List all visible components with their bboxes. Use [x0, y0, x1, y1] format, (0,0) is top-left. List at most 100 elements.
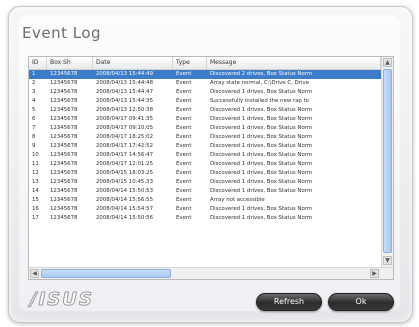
table-body: 1 12345678 2008/04/13 15:44:49 Event Discove… [29, 70, 381, 223]
column-header-box-sn[interactable]: Box Sh [47, 57, 93, 69]
cell-box-sn: 12345678 [50, 161, 78, 167]
table-row[interactable]: 5 12345678 2008/04/13 12:50:38 Event Discove… [29, 106, 381, 115]
cell-id: 2 [32, 80, 36, 86]
asus-logo: /ISUS [30, 289, 94, 311]
cell-type: Event [176, 89, 192, 95]
cell-id: 8 [32, 134, 36, 140]
cell-id: 17 [32, 215, 39, 221]
cell-type: Event [176, 71, 192, 77]
cell-message: Discovered 1 drives, Box Status Norm [210, 170, 313, 176]
table-row[interactable]: 13 12345678 2008/04/15 10:45:33 Event Discov… [29, 178, 381, 187]
vertical-scroll-thumb[interactable] [383, 69, 392, 253]
cell-id: 7 [32, 125, 36, 131]
table-row[interactable]: 16 12345678 2008/04/14 15:54:57 Event Discov… [29, 205, 381, 214]
table-row[interactable]: 2 12345678 2008/04/13 15:44:48 Event Array s… [29, 79, 381, 88]
table-row[interactable]: 1 12345678 2008/04/13 15:44:49 Event Discove… [29, 70, 381, 79]
table-row[interactable]: 6 12345678 2008/04/17 09:41:35 Event Discove… [29, 115, 381, 124]
cell-date: 2008/04/13 15:44:47 [96, 89, 153, 95]
table-row[interactable]: 17 12345678 2008/04/14 15:50:56 Event Discov… [29, 214, 381, 223]
cell-id: 13 [32, 179, 39, 185]
cell-type: Event [176, 152, 192, 158]
cell-type: Event [176, 143, 192, 149]
cell-id: 15 [32, 197, 39, 203]
cell-message: Array not accessible [210, 197, 265, 203]
table-row[interactable]: 15 12345678 2008/04/14 15:56:55 Event Array … [29, 196, 381, 205]
cell-message: Discovered 1 drives, Box Status Norm [210, 107, 313, 113]
cell-date: 2008/04/17 18:25:02 [96, 134, 153, 140]
cell-message: Discovered 1 drives, Box Status Norm [210, 89, 313, 95]
cell-box-sn: 12345678 [50, 89, 78, 95]
cell-box-sn: 12345678 [50, 170, 78, 176]
cell-message: Discovered 1 drives, Box Status Norm [210, 143, 313, 149]
cell-date: 2008/04/15 18:03:25 [96, 170, 153, 176]
vertical-scrollbar[interactable]: ▲ ▼ [381, 57, 393, 267]
cell-type: Event [176, 80, 192, 86]
cell-box-sn: 12345678 [50, 179, 78, 185]
cell-box-sn: 12345678 [50, 152, 78, 158]
table-row[interactable]: 8 12345678 2008/04/17 18:25:02 Event Discove… [29, 133, 381, 142]
cell-id: 6 [32, 116, 36, 122]
cell-id: 11 [32, 161, 39, 167]
scroll-down-icon[interactable]: ▼ [383, 256, 392, 265]
scroll-left-icon[interactable]: ◀ [30, 269, 39, 278]
cell-type: Event [176, 116, 192, 122]
window-title: Event Log [22, 24, 102, 42]
ok-button[interactable]: Ok [328, 293, 394, 311]
cell-type: Event [176, 134, 192, 140]
column-header-message[interactable]: Message [207, 57, 381, 69]
table-row[interactable]: 12 12345678 2008/04/15 18:03:25 Event Discov… [29, 169, 381, 178]
cell-type: Event [176, 179, 192, 185]
cell-box-sn: 12345678 [50, 98, 78, 104]
column-header-type[interactable]: Type [173, 57, 207, 69]
cell-box-sn: 12345678 [50, 197, 78, 203]
cell-id: 16 [32, 206, 39, 212]
table-row[interactable]: 4 12345678 2008/04/13 15:44:35 Event Success… [29, 97, 381, 106]
cell-box-sn: 12345678 [50, 134, 78, 140]
cell-message: Discovered 1 drives, Box Status Norm [210, 179, 313, 185]
cell-type: Event [176, 215, 192, 221]
cell-message: Discovered 1 drives, Box Status Norm [210, 116, 313, 122]
table-row[interactable]: 3 12345678 2008/04/13 15:44:47 Event Discove… [29, 88, 381, 97]
cell-id: 5 [32, 107, 36, 113]
cell-message: Discovered 1 drives, Box Status Norm [210, 215, 313, 221]
cell-type: Event [176, 161, 192, 167]
cell-box-sn: 12345678 [50, 188, 78, 194]
horizontal-scroll-thumb[interactable] [41, 269, 171, 278]
cell-date: 2008/04/13 15:44:48 [96, 80, 153, 86]
scroll-up-icon[interactable]: ▲ [383, 58, 392, 67]
cell-box-sn: 12345678 [50, 80, 78, 86]
cell-box-sn: 12345678 [50, 125, 78, 131]
cell-date: 2008/04/17 09:41:35 [96, 116, 153, 122]
table-row[interactable]: 10 12345678 2008/04/17 14:56:47 Event Discov… [29, 151, 381, 160]
cell-box-sn: 12345678 [50, 116, 78, 122]
cell-type: Event [176, 107, 192, 113]
scroll-right-icon[interactable]: ▶ [370, 269, 379, 278]
cell-message: Discovered 1 drives, Box Status Norm [210, 125, 313, 131]
cell-message: Successfully installed the new rap to [210, 98, 309, 104]
cell-message: Discovered 1 drives, Box Status Norm [210, 161, 313, 167]
horizontal-scrollbar[interactable]: ◀ ▶ [29, 267, 393, 279]
cell-message: Discovered 1 drives, Box Status Norm [210, 206, 313, 212]
cell-id: 4 [32, 98, 36, 104]
table-row[interactable]: 9 12345678 2008/04/17 17:42:52 Event Discove… [29, 142, 381, 151]
table-row[interactable]: 14 12345678 2008/04/14 15:50:53 Event Discov… [29, 187, 381, 196]
cell-date: 2008/04/14 15:56:55 [96, 197, 153, 203]
event-table: ID Box Sh Date Type Message 1 12345678 200… [28, 56, 394, 280]
cell-id: 3 [32, 89, 36, 95]
cell-box-sn: 12345678 [50, 107, 78, 113]
table-row[interactable]: 7 12345678 2008/04/17 09:10:05 Event Discove… [29, 124, 381, 133]
column-header-id[interactable]: ID [29, 57, 47, 69]
cell-id: 1 [32, 71, 36, 77]
cell-type: Event [176, 188, 192, 194]
cell-type: Event [176, 170, 192, 176]
cell-type: Event [176, 206, 192, 212]
cell-box-sn: 12345678 [50, 143, 78, 149]
cell-box-sn: 12345678 [50, 215, 78, 221]
table-row[interactable]: 11 12345678 2008/04/17 12:01:25 Event Discov… [29, 160, 381, 169]
cell-box-sn: 12345678 [50, 206, 78, 212]
cell-date: 2008/04/17 14:56:47 [96, 152, 153, 158]
table-header: ID Box Sh Date Type Message [29, 57, 381, 70]
refresh-button[interactable]: Refresh [256, 293, 322, 311]
column-header-date[interactable]: Date [93, 57, 173, 69]
cell-message: Discovered 1 drives, Box Status Norm [210, 134, 313, 140]
